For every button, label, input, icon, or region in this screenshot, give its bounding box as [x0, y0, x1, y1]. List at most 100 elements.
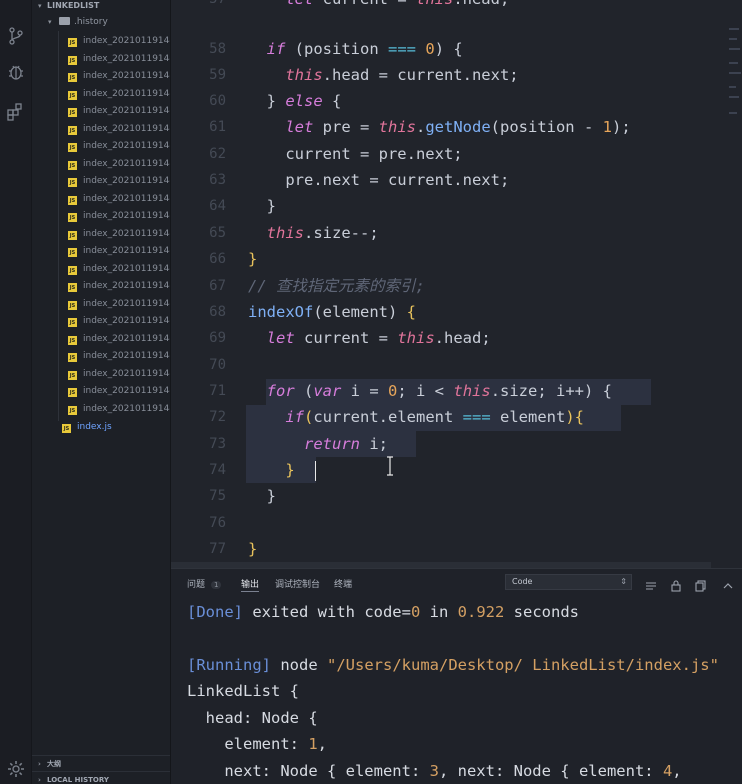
output-line: LinkedList {	[187, 682, 299, 700]
code-line-60: 60 } else {	[209, 92, 342, 110]
source-control-icon[interactable]	[6, 26, 26, 46]
problems-count-badge: 1	[211, 581, 222, 589]
file-index-js[interactable]: JS index.js	[32, 419, 170, 437]
code-line-69: 69 let current = this.head;	[209, 329, 491, 347]
js-file-icon: JS	[68, 318, 77, 327]
js-file-icon: JS	[68, 143, 77, 152]
chevron-down-icon: ▾	[48, 18, 52, 26]
js-file-icon: JS	[68, 125, 77, 135]
code-line-76: 76	[209, 515, 226, 531]
code-line-59: 59 this.head = current.next;	[209, 66, 519, 84]
code-line-73: 73 return i;	[209, 435, 388, 453]
tab-output[interactable]: 输出	[241, 577, 260, 592]
history-file-item[interactable]: JSindex_20210119144...	[32, 86, 170, 104]
text-cursor	[315, 461, 316, 481]
code-line-68: 68 indexOf(element) {	[209, 303, 417, 321]
history-file-item[interactable]: JSindex_20210119144...	[32, 121, 170, 139]
js-file-icon: JS	[68, 90, 77, 100]
chevron-right-icon: ›	[38, 760, 41, 768]
output-line-running: [Running] node "/Users/kuma/Desktop/ Lin…	[187, 656, 719, 674]
js-file-icon: JS	[62, 424, 71, 433]
code-line-62: 62 current = pre.next;	[209, 145, 463, 163]
history-file-item[interactable]: JSindex_20210119144...	[32, 313, 170, 331]
output-panel: 问题 1 输出 调试控制台 终端 Code ⇕ [Done] exited with…	[171, 568, 742, 784]
code-line-61: 61 let pre = this.getNode(position - 1);	[209, 118, 631, 136]
history-file-item[interactable]: JSindex_20210119144...	[32, 296, 170, 314]
code-line-74: 74 }	[209, 461, 295, 479]
code-editor[interactable]: 57 let current = this.head; 58 if (posit…	[171, 0, 742, 568]
code-line-77: 77}	[209, 540, 258, 558]
history-file-item[interactable]: JSindex_20210119144...	[32, 366, 170, 384]
js-file-icon: JS	[68, 230, 77, 240]
history-file-item[interactable]: JSindex_20210119144...	[32, 68, 170, 86]
project-header[interactable]: ▾ LINKEDLIST	[32, 0, 170, 14]
folder-icon	[59, 17, 70, 25]
output-channel-select[interactable]: Code ⇕	[505, 574, 632, 590]
code-line-66: 66}	[209, 250, 258, 268]
activity-bar	[0, 0, 32, 784]
chevron-right-icon: ›	[38, 776, 41, 784]
history-file-item[interactable]: JSindex_20210119144...	[32, 173, 170, 191]
history-file-item[interactable]: JSindex_20210119144...	[32, 348, 170, 366]
js-file-icon: JS	[68, 178, 77, 187]
code-line-75: 75 }	[209, 487, 276, 505]
tab-debug-console[interactable]: 调试控制台	[275, 577, 320, 590]
code-line-58: 58 if (position === 0) {	[209, 40, 463, 58]
history-file-item[interactable]: JSindex_20210119144...	[32, 103, 170, 121]
mouse-ibeam-icon	[385, 456, 395, 476]
js-file-icon: JS	[68, 335, 77, 345]
debug-icon[interactable]	[6, 62, 26, 82]
history-file-item[interactable]: JSindex_20210119144...	[32, 331, 170, 349]
lock-icon[interactable]	[670, 577, 682, 592]
js-file-icon: JS	[68, 73, 77, 82]
output-line: element: 1,	[187, 735, 328, 753]
history-file-item[interactable]: JSindex_20210119144...	[32, 33, 170, 51]
history-file-item[interactable]: JSindex_20210119144...	[32, 138, 170, 156]
js-file-icon: JS	[68, 388, 77, 397]
chevron-up-icon[interactable]	[722, 577, 734, 589]
output-line-done: [Done] exited with code=0 in 0.922 secon…	[187, 603, 579, 621]
code-line-67: 67// 查找指定元素的索引;	[171, 273, 742, 299]
code-line-64: 64 }	[209, 197, 276, 215]
history-file-item[interactable]: JSindex_20210119144...	[32, 51, 170, 69]
js-file-icon: JS	[68, 283, 77, 292]
code-line-71: 71 for (var i = 0; i < this.size; i++) {	[209, 382, 613, 400]
js-file-icon: JS	[68, 195, 77, 205]
outline-section[interactable]: › 大纲	[32, 755, 170, 771]
tab-problems[interactable]: 问题 1	[187, 577, 222, 590]
js-file-icon: JS	[68, 370, 77, 380]
history-file-item[interactable]: JSindex_20210119144...	[32, 383, 170, 401]
code-line-63: 63 pre.next = current.next;	[209, 171, 510, 189]
js-file-icon: JS	[68, 38, 77, 47]
history-file-item[interactable]: JSindex_20210119144...	[32, 191, 170, 209]
history-folder[interactable]: ▾ .history	[32, 14, 170, 31]
extensions-icon[interactable]	[6, 102, 26, 122]
code-comment: // 查找指定元素的索引;	[248, 277, 425, 295]
select-arrows-icon: ⇕	[620, 577, 627, 586]
js-file-icon: JS	[68, 353, 77, 362]
output-line: head: Node {	[187, 709, 318, 727]
history-file-item[interactable]: JSindex_20210119144...	[32, 278, 170, 296]
clear-output-icon[interactable]	[645, 577, 657, 590]
code-line-65: 65 this.size--;	[209, 224, 379, 242]
tab-terminal[interactable]: 终端	[334, 577, 352, 590]
history-file-item[interactable]: JSindex_20210119144...	[32, 226, 170, 244]
js-file-icon: JS	[68, 108, 77, 117]
chevron-down-icon: ▾	[38, 2, 42, 10]
history-file-item[interactable]: JSindex_20210119144...	[32, 208, 170, 226]
copy-icon[interactable]	[695, 577, 707, 592]
local-history-section[interactable]: › LOCAL HISTORY	[32, 771, 170, 784]
history-file-item[interactable]: JSindex_20210119144...	[32, 261, 170, 279]
history-file-item[interactable]: JSindex_20210119144...	[32, 401, 170, 419]
js-file-icon: JS	[68, 248, 77, 257]
explorer-sidebar: ▾ LINKEDLIST ▾ .history JS index_2021011914…	[32, 0, 171, 784]
js-file-icon: JS	[68, 213, 77, 222]
js-file-icon: JS	[68, 160, 77, 170]
code-line-72: 72 if(current.element === element){	[209, 408, 584, 426]
minimap[interactable]	[727, 0, 742, 568]
history-file-item[interactable]: JSindex_20210119144...	[32, 156, 170, 174]
history-file-item[interactable]: JSindex_20210119144...	[32, 243, 170, 261]
output-line: next: Node { element: 3, next: Node { el…	[187, 762, 682, 780]
settings-gear-icon[interactable]	[6, 759, 26, 779]
code-line-57: 57 let current = this.head;	[171, 0, 742, 12]
